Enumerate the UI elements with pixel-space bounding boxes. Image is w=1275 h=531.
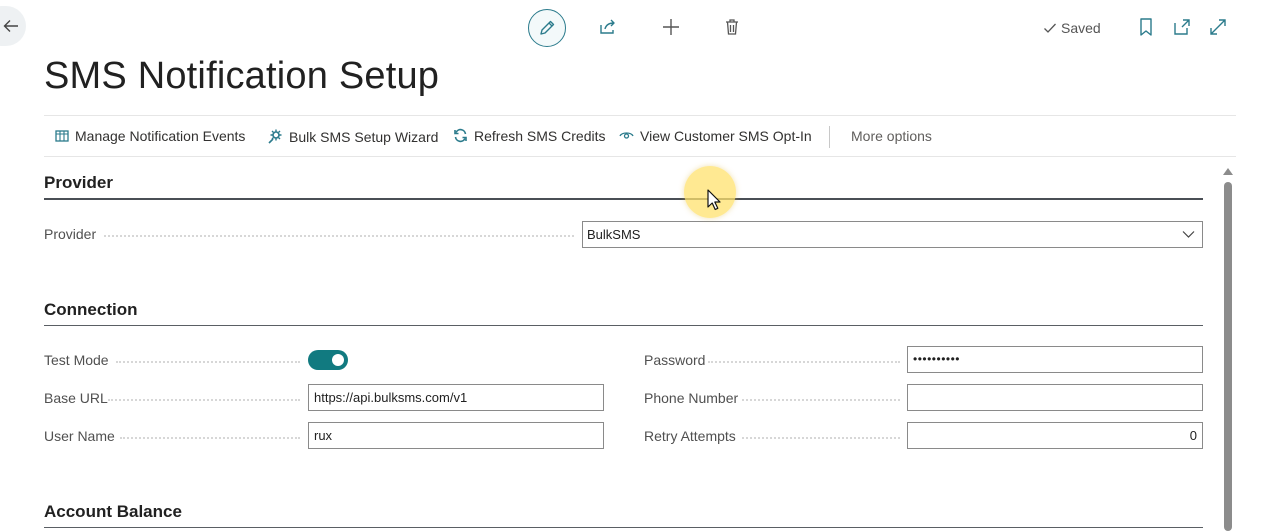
leader-dots: [742, 399, 900, 401]
phone-number-label: Phone Number: [644, 390, 739, 406]
expand-icon: [1210, 19, 1226, 35]
connection-section-title[interactable]: Connection: [44, 300, 138, 320]
leader-dots: [708, 361, 900, 363]
back-arrow-icon: [3, 20, 18, 32]
provider-label: Provider: [44, 226, 97, 242]
delete-button[interactable]: [722, 17, 744, 39]
leader-dots: [116, 361, 300, 363]
test-mode-toggle[interactable]: [308, 350, 348, 370]
base-url-input[interactable]: https://api.bulksms.com/v1: [308, 384, 604, 411]
checkmark-icon: [1044, 23, 1056, 33]
password-label: Password: [644, 352, 706, 368]
base-url-label: Base URL: [44, 390, 108, 406]
chevron-down-icon: [1182, 231, 1195, 238]
trash-icon: [726, 19, 738, 35]
share-button[interactable]: [598, 17, 620, 39]
new-button[interactable]: [661, 17, 683, 39]
action-bar: Manage Notification Events Bulk SMS Setu…: [44, 115, 1236, 157]
provider-select-value: BulkSMS: [587, 227, 641, 242]
provider-section-title[interactable]: Provider: [44, 173, 113, 193]
action-divider: [829, 126, 830, 148]
phone-number-input[interactable]: [907, 384, 1203, 411]
more-options-action[interactable]: More options: [851, 128, 932, 145]
test-mode-label: Test Mode: [44, 352, 109, 368]
leader-dots: [104, 235, 574, 237]
edit-button[interactable]: [528, 9, 566, 47]
saved-status: Saved: [1043, 19, 1101, 37]
vertical-scrollbar[interactable]: [1224, 182, 1232, 531]
bookmark-icon: [1140, 18, 1152, 36]
leader-dots: [108, 399, 300, 401]
share-icon: [600, 19, 615, 34]
toggle-knob: [332, 354, 344, 366]
scroll-up-arrow-icon[interactable]: [1223, 168, 1233, 175]
user-name-label: User Name: [44, 428, 115, 444]
open-new-window-icon: [1174, 19, 1190, 35]
mouse-pointer-icon: [707, 189, 721, 211]
view-customer-sms-opt-in-action[interactable]: View Customer SMS Opt-In: [619, 128, 812, 145]
back-button[interactable]: [0, 6, 26, 46]
eye-icon: [619, 132, 634, 139]
provider-section-divider: [44, 198, 1203, 200]
refresh-sms-credits-action[interactable]: Refresh SMS Credits: [453, 128, 605, 145]
account-balance-section-title[interactable]: Account Balance: [44, 502, 182, 522]
bulk-sms-setup-wizard-action[interactable]: Bulk SMS Setup Wizard: [267, 128, 438, 146]
manage-notification-events-action[interactable]: Manage Notification Events: [55, 128, 245, 145]
provider-select[interactable]: BulkSMS: [582, 221, 1203, 248]
retry-attempts-input[interactable]: 0: [907, 422, 1203, 449]
user-name-input[interactable]: rux: [308, 422, 604, 449]
action-label: View Customer SMS Opt-In: [640, 128, 812, 144]
plus-icon: [663, 19, 679, 35]
action-label: Manage Notification Events: [75, 128, 246, 144]
open-in-new-window-button[interactable]: [1172, 17, 1194, 39]
retry-attempts-label: Retry Attempts: [644, 428, 736, 444]
action-label: Bulk SMS Setup Wizard: [289, 129, 439, 145]
password-input[interactable]: ••••••••••: [907, 346, 1203, 373]
connection-section-divider: [44, 325, 1203, 326]
leader-dots: [120, 437, 300, 439]
pencil-icon: [540, 20, 555, 35]
table-icon: [55, 130, 69, 142]
gear-wizard-icon: [268, 129, 282, 144]
account-balance-section-divider: [44, 527, 1203, 528]
page-title: SMS Notification Setup: [44, 55, 440, 97]
action-label: Refresh SMS Credits: [474, 128, 606, 144]
leader-dots: [742, 437, 900, 439]
bookmark-button[interactable]: [1136, 17, 1158, 39]
refresh-icon: [454, 128, 467, 143]
expand-button[interactable]: [1208, 17, 1230, 39]
saved-label: Saved: [1061, 20, 1101, 36]
